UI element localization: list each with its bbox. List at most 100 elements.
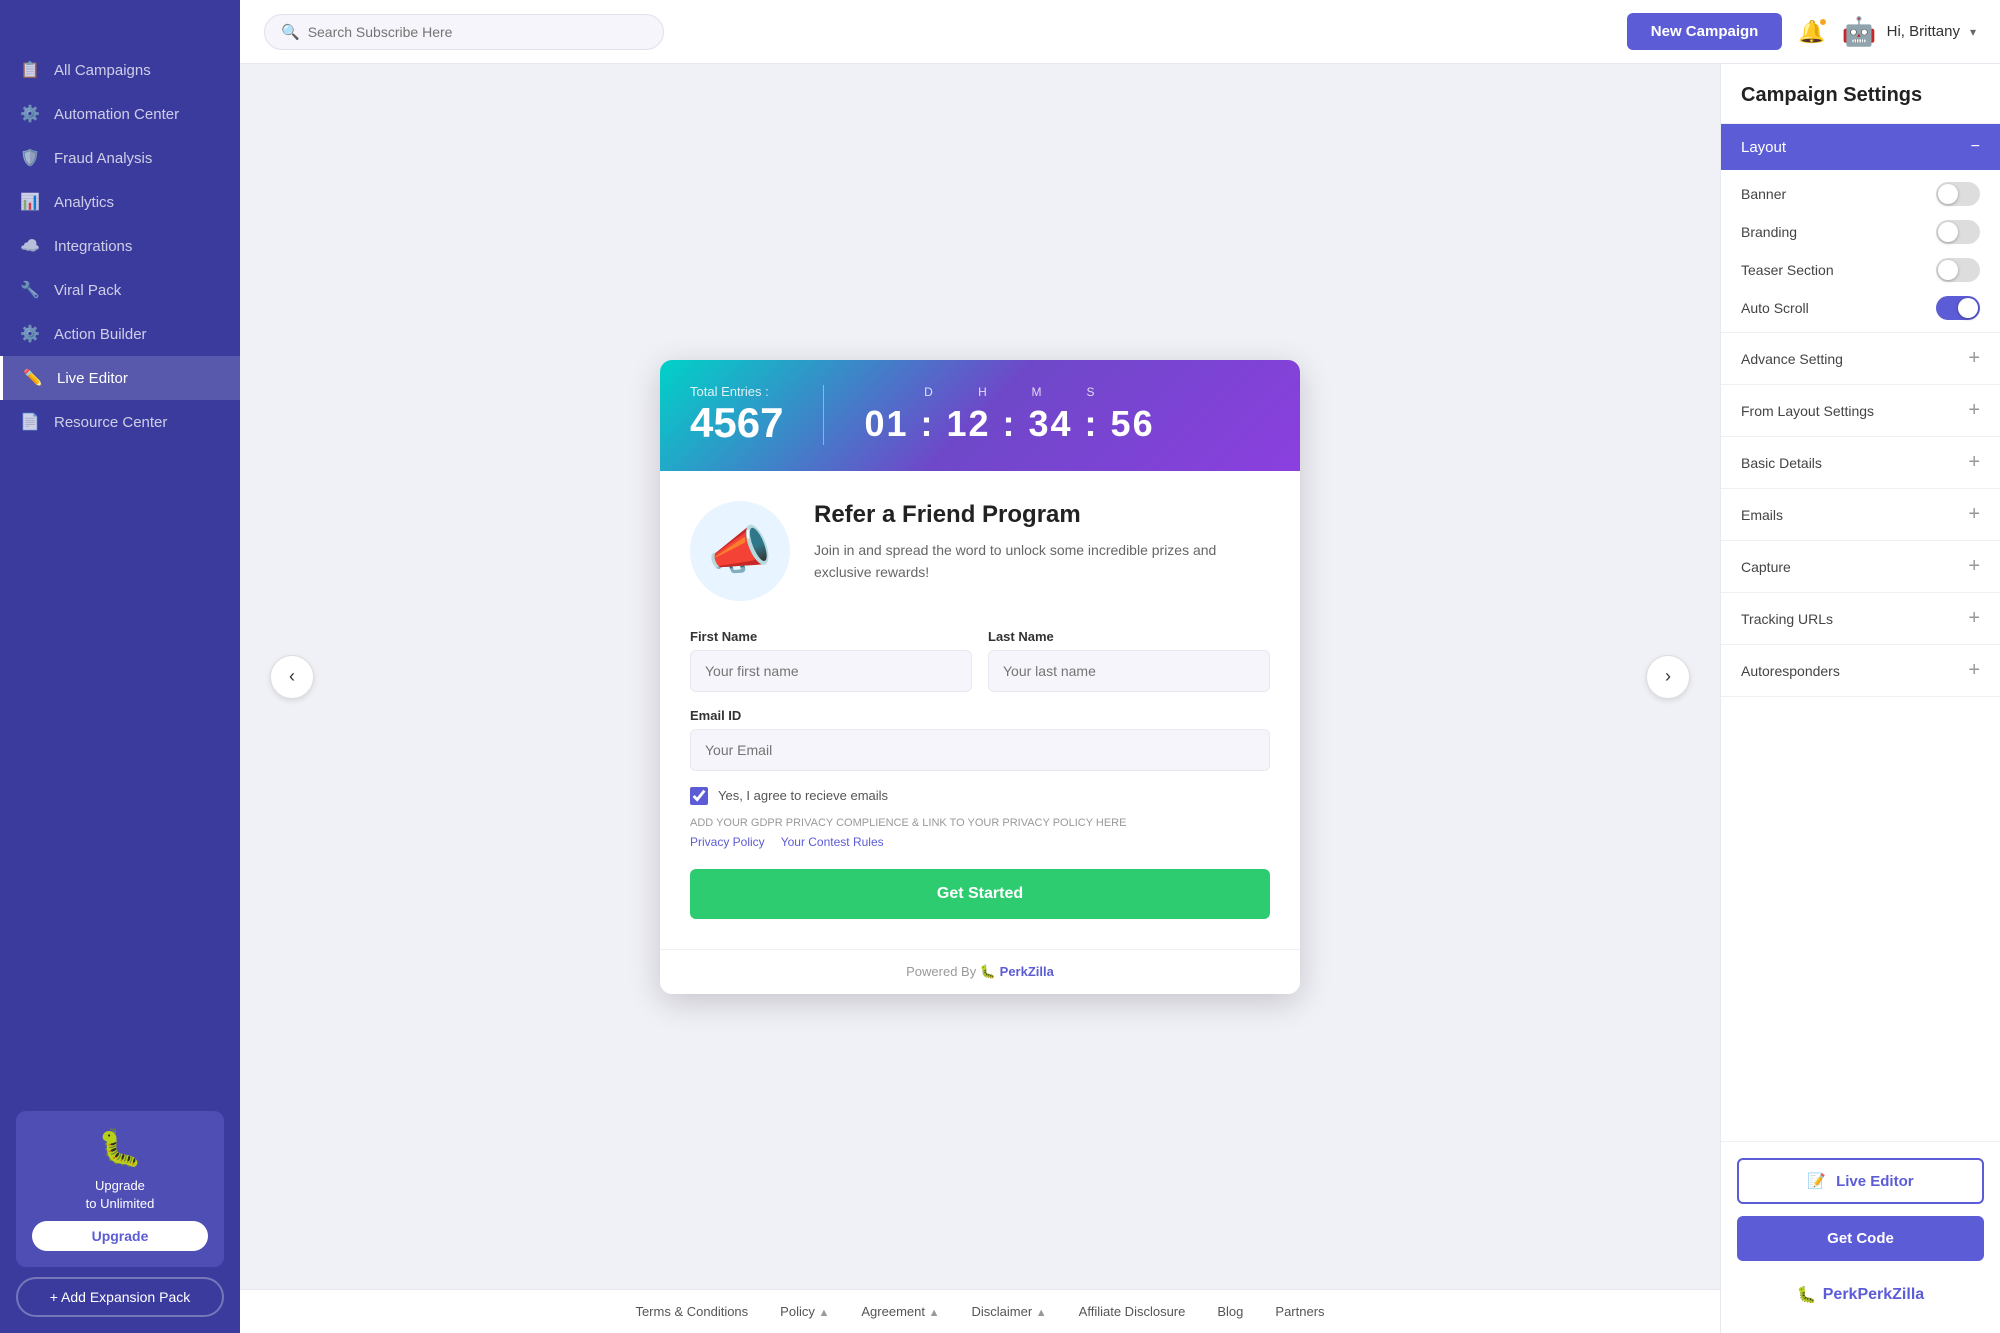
layout-header[interactable]: Layout − bbox=[1721, 124, 2000, 170]
campaign-hero: 📣 Refer a Friend Program Join in and spr… bbox=[690, 501, 1270, 601]
teaser-toggle[interactable] bbox=[1936, 258, 1980, 282]
get-started-button[interactable]: Get Started bbox=[690, 869, 1270, 919]
autoresponders-label: Autoresponders bbox=[1741, 663, 1840, 679]
footer-disclaimer[interactable]: Disclaimer ▲ bbox=[971, 1304, 1046, 1319]
sidebar-item-action-builder[interactable]: ⚙️ Action Builder bbox=[0, 312, 240, 356]
capture-row[interactable]: Capture + bbox=[1721, 541, 2000, 593]
live-editor-icon: ✏️ bbox=[23, 368, 43, 388]
auto-scroll-toggle-row: Auto Scroll bbox=[1741, 296, 1980, 320]
emails-label: Emails bbox=[1741, 507, 1783, 523]
upgrade-avatar: 🐛 bbox=[98, 1127, 143, 1169]
agreement-arrow: ▲ bbox=[929, 1307, 940, 1319]
search-input[interactable] bbox=[308, 24, 647, 40]
analytics-icon: 📊 bbox=[20, 192, 40, 212]
banner-toggle-row: Banner bbox=[1741, 182, 1980, 206]
search-box[interactable]: 🔍 bbox=[264, 14, 664, 50]
days-label: D bbox=[914, 385, 944, 399]
sidebar-logo bbox=[0, 0, 240, 40]
campaign-body: 📣 Refer a Friend Program Join in and spr… bbox=[660, 471, 1300, 949]
user-avatar: 🤖 bbox=[1842, 15, 1877, 48]
checkbox-label: Yes, I agree to recieve emails bbox=[718, 788, 888, 803]
resource-center-icon: 📄 bbox=[20, 412, 40, 432]
footer-affiliate[interactable]: Affiliate Disclosure bbox=[1079, 1304, 1186, 1319]
auto-scroll-label: Auto Scroll bbox=[1741, 300, 1809, 316]
tracking-urls-row[interactable]: Tracking URLs + bbox=[1721, 593, 2000, 645]
panel-title: Campaign Settings bbox=[1721, 64, 2000, 124]
gdpr-links: Privacy Policy Your Contest Rules bbox=[690, 835, 1270, 849]
sidebar-item-fraud-analysis[interactable]: 🛡️ Fraud Analysis bbox=[0, 136, 240, 180]
upgrade-text: Upgradeto Unlimited bbox=[86, 1177, 155, 1213]
teaser-toggle-knob bbox=[1938, 260, 1958, 280]
footer-partners[interactable]: Partners bbox=[1275, 1304, 1324, 1319]
first-name-input[interactable] bbox=[690, 650, 972, 692]
advance-setting-label: Advance Setting bbox=[1741, 351, 1843, 367]
campaigns-icon: 📋 bbox=[20, 60, 40, 80]
automation-icon: ⚙️ bbox=[20, 104, 40, 124]
sidebar-nav: 📋 All Campaigns ⚙️ Automation Center 🛡️ … bbox=[0, 40, 240, 1095]
email-input[interactable] bbox=[690, 729, 1270, 771]
sidebar-item-automation-center[interactable]: ⚙️ Automation Center bbox=[0, 92, 240, 136]
basic-details-row[interactable]: Basic Details + bbox=[1721, 437, 2000, 489]
main-content: 🔍 New Campaign 🔔 🤖 Hi, Brittany ▾ ‹ bbox=[240, 0, 2000, 1333]
emails-row[interactable]: Emails + bbox=[1721, 489, 2000, 541]
tracking-urls-label: Tracking URLs bbox=[1741, 611, 1833, 627]
from-layout-expand-icon: + bbox=[1968, 399, 1980, 422]
emails-expand-icon: + bbox=[1968, 503, 1980, 526]
capture-expand-icon: + bbox=[1968, 555, 1980, 578]
campaign-area: ‹ Total Entries : 4567 D H bbox=[240, 64, 2000, 1333]
viral-pack-icon: 🔧 bbox=[20, 280, 40, 300]
name-form-row: First Name Last Name bbox=[690, 629, 1270, 692]
last-name-group: Last Name bbox=[988, 629, 1270, 692]
first-name-group: First Name bbox=[690, 629, 972, 692]
branding-toggle[interactable] bbox=[1936, 220, 1980, 244]
sidebar-item-analytics[interactable]: 📊 Analytics bbox=[0, 180, 240, 224]
footer-policy[interactable]: Policy ▲ bbox=[780, 1304, 829, 1319]
preview-container: ‹ Total Entries : 4567 D H bbox=[240, 64, 1720, 1289]
banner-toggle-knob bbox=[1938, 184, 1958, 204]
branding-label: Branding bbox=[1741, 224, 1797, 240]
next-arrow[interactable]: › bbox=[1646, 655, 1690, 699]
get-code-button[interactable]: Get Code bbox=[1737, 1216, 1984, 1261]
disclaimer-arrow: ▲ bbox=[1036, 1307, 1047, 1319]
prev-arrow[interactable]: ‹ bbox=[270, 655, 314, 699]
topbar: 🔍 New Campaign 🔔 🤖 Hi, Brittany ▾ bbox=[240, 0, 2000, 64]
tracking-urls-expand-icon: + bbox=[1968, 607, 1980, 630]
seconds-label: S bbox=[1076, 385, 1106, 399]
footer-blog[interactable]: Blog bbox=[1217, 1304, 1243, 1319]
new-campaign-button[interactable]: New Campaign bbox=[1627, 13, 1783, 50]
agree-checkbox[interactable] bbox=[690, 787, 708, 805]
countdown-labels: D H M S bbox=[914, 385, 1106, 399]
live-editor-button[interactable]: 📝 Live Editor bbox=[1737, 1158, 1984, 1204]
campaign-title: Refer a Friend Program bbox=[814, 501, 1270, 529]
sidebar-item-all-campaigns[interactable]: 📋 All Campaigns bbox=[0, 48, 240, 92]
footer-bar: Terms & Conditions Policy ▲ Agreement ▲ … bbox=[240, 1289, 1720, 1333]
email-group: Email ID bbox=[690, 708, 1270, 771]
autoresponders-row[interactable]: Autoresponders + bbox=[1721, 645, 2000, 697]
last-name-input[interactable] bbox=[988, 650, 1270, 692]
footer-terms[interactable]: Terms & Conditions bbox=[635, 1304, 748, 1319]
basic-details-expand-icon: + bbox=[1968, 451, 1980, 474]
first-name-label: First Name bbox=[690, 629, 972, 644]
sidebar-item-integrations[interactable]: ☁️ Integrations bbox=[0, 224, 240, 268]
countdown-time: 01 : 12 : 34 : 56 bbox=[864, 403, 1154, 445]
layout-content: Banner Branding Teaser Section bbox=[1721, 170, 2000, 332]
privacy-policy-link[interactable]: Privacy Policy bbox=[690, 835, 765, 849]
banner-toggle[interactable] bbox=[1936, 182, 1980, 206]
advance-setting-expand-icon: + bbox=[1968, 347, 1980, 370]
add-expansion-button[interactable]: + Add Expansion Pack bbox=[16, 1277, 224, 1317]
footer-agreement[interactable]: Agreement ▲ bbox=[861, 1304, 939, 1319]
user-name: Hi, Brittany bbox=[1887, 23, 1960, 40]
notification-bell[interactable]: 🔔 bbox=[1798, 19, 1825, 45]
advance-setting-row[interactable]: Advance Setting + bbox=[1721, 333, 2000, 385]
sidebar-item-live-editor[interactable]: ✏️ Live Editor bbox=[0, 356, 240, 400]
auto-scroll-toggle[interactable] bbox=[1936, 296, 1980, 320]
contest-rules-link[interactable]: Your Contest Rules bbox=[781, 835, 884, 849]
branding-toggle-knob bbox=[1938, 222, 1958, 242]
user-info[interactable]: 🤖 Hi, Brittany ▾ bbox=[1842, 15, 1976, 48]
basic-details-label: Basic Details bbox=[1741, 455, 1822, 471]
sidebar-item-resource-center[interactable]: 📄 Resource Center bbox=[0, 400, 240, 444]
checkbox-row: Yes, I agree to recieve emails bbox=[690, 787, 1270, 805]
from-layout-row[interactable]: From Layout Settings + bbox=[1721, 385, 2000, 437]
sidebar-item-viral-pack[interactable]: 🔧 Viral Pack bbox=[0, 268, 240, 312]
upgrade-button[interactable]: Upgrade bbox=[32, 1221, 208, 1251]
